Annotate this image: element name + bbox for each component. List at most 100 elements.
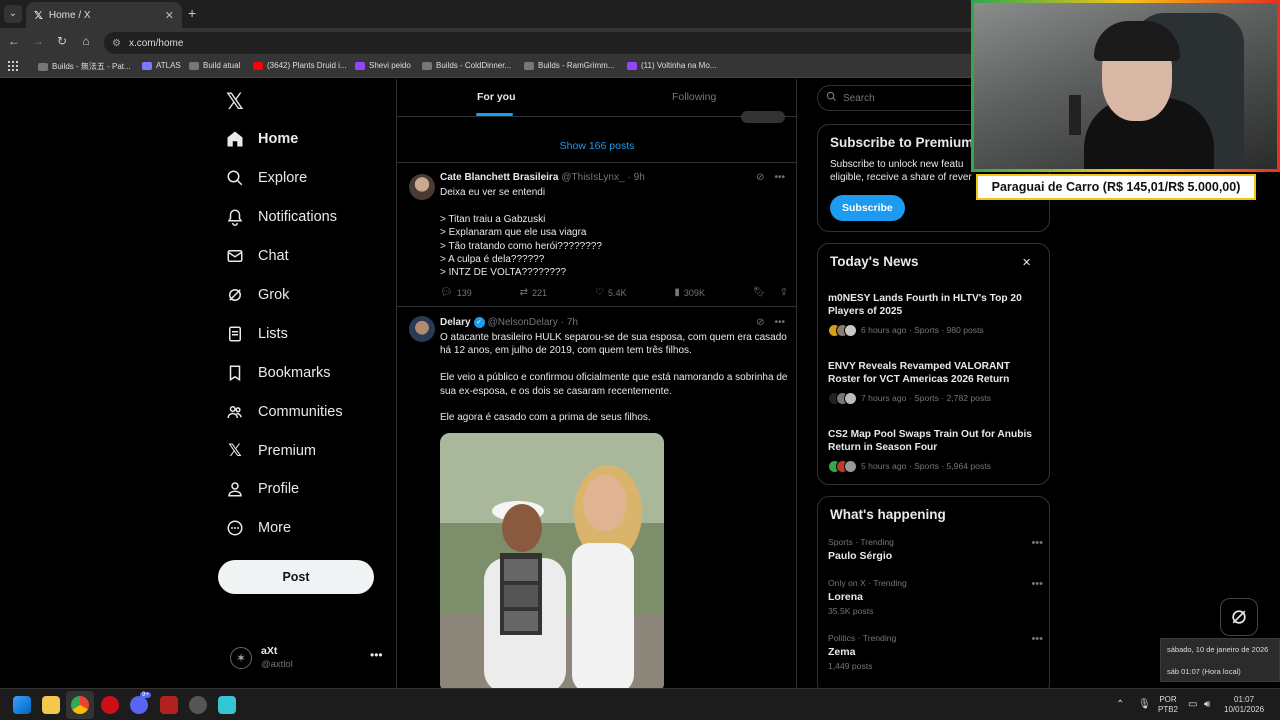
bookmark-icon: 🔖︎ bbox=[752, 287, 766, 298]
close-tab-icon[interactable]: ✕ bbox=[165, 9, 174, 22]
tweet[interactable]: Delary ✓ @NelsonDelary · 7h ⊘ ••• O atac… bbox=[397, 308, 796, 688]
grok-floating-button[interactable] bbox=[1220, 598, 1258, 636]
tab-for-you[interactable]: For you bbox=[477, 91, 516, 103]
repost-button[interactable]: ⇄ 221 bbox=[520, 287, 547, 298]
avatar[interactable] bbox=[409, 316, 435, 342]
bookmark-item[interactable]: (11) Voltinha na Mo... bbox=[627, 61, 716, 70]
more-dots-icon[interactable]: ••• bbox=[774, 317, 785, 328]
nav-item-premium[interactable]: 𝕏 Premium bbox=[226, 439, 316, 463]
author-handle[interactable]: @ThisIsLynx_ bbox=[561, 172, 624, 183]
bookmark-favicon-icon bbox=[627, 61, 637, 70]
trend-item[interactable]: Only on X · Trending Lorena 35.5K posts … bbox=[828, 578, 1043, 616]
taskbar-clock[interactable]: 01:07 10/01/2026 bbox=[1224, 695, 1264, 715]
bookmark-item[interactable]: (3642) Plants Druid i... bbox=[253, 61, 347, 70]
news-item[interactable]: CS2 Map Pool Swaps Train Out for Anubis … bbox=[828, 428, 1043, 473]
trend-item[interactable]: Politics · Trending Zema 1,449 posts ••• bbox=[828, 633, 1043, 671]
tweet[interactable]: Cate Blanchett Brasileira @ThisIsLynx_ ·… bbox=[397, 164, 796, 307]
new-tab-button[interactable]: + bbox=[188, 5, 196, 21]
nav-item-lists[interactable]: Lists bbox=[226, 322, 288, 346]
views-button[interactable]: ▮ 309K bbox=[674, 287, 705, 298]
reload-icon[interactable]: ↻ bbox=[54, 34, 70, 48]
tab-following[interactable]: Following bbox=[672, 91, 716, 103]
bookmark-label: ATLAS bbox=[156, 61, 181, 70]
tweet-time[interactable]: · 7h bbox=[561, 317, 578, 328]
app-icon[interactable] bbox=[160, 696, 178, 714]
more-dots-icon[interactable]: ••• bbox=[1031, 537, 1043, 549]
search-placeholder: Search bbox=[843, 92, 875, 104]
author-name[interactable]: Cate Blanchett Brasileira bbox=[440, 172, 558, 183]
view-count: 309K bbox=[683, 287, 705, 298]
tweet-paragraph: Ele agora é casado com a prima de seus f… bbox=[440, 412, 651, 424]
nav-item-notifications[interactable]: Notifications bbox=[226, 205, 337, 229]
bookmark-item[interactable]: Shevi peido bbox=[355, 61, 411, 70]
left-navigation: 𝕏 Home Explore Notifications Chat Grok L… bbox=[218, 79, 396, 688]
share-icon[interactable]: ⇪ bbox=[780, 287, 788, 298]
bookmark-button[interactable]: 🔖︎ ⇪ bbox=[753, 287, 788, 298]
news-item[interactable]: m0NESY Lands Fourth in HLTV's Top 20 Pla… bbox=[828, 292, 1043, 337]
discord-icon[interactable] bbox=[130, 696, 148, 714]
tab-search-button[interactable]: ⌄ bbox=[4, 5, 22, 23]
more-dots-icon[interactable]: ••• bbox=[1031, 578, 1043, 590]
nav-item-home[interactable]: Home bbox=[226, 127, 298, 151]
nav-item-bookmarks[interactable]: Bookmarks bbox=[226, 361, 331, 385]
x-logo-icon[interactable]: 𝕏 bbox=[226, 89, 244, 115]
tweet-line: Deixa eu ver se entendi bbox=[440, 187, 546, 198]
close-icon[interactable]: ✕ bbox=[1022, 256, 1031, 269]
repost-icon: ⇄ bbox=[519, 287, 529, 298]
volume-icon[interactable]: 🔊︎ bbox=[1204, 699, 1210, 710]
notepad-icon[interactable] bbox=[218, 696, 236, 714]
bookmark-item[interactable]: Builds - ColdDinner... bbox=[422, 61, 511, 70]
premium-title: Subscribe to Premium bbox=[830, 135, 974, 150]
news-avatars bbox=[828, 391, 857, 405]
tweet-time[interactable]: · 9h bbox=[628, 172, 645, 183]
reply-button[interactable]: 💬︎ 139 bbox=[440, 287, 472, 298]
like-button[interactable]: ♡ 5.4K bbox=[595, 287, 626, 298]
grok-explain-icon[interactable]: ⊘ bbox=[756, 317, 764, 328]
bookmark-item[interactable]: Builds - 無法五 - Pat... bbox=[38, 61, 131, 72]
site-info-icon[interactable]: ⚙ bbox=[112, 38, 121, 49]
show-new-posts-button[interactable]: Show 166 posts bbox=[397, 130, 796, 163]
more-dots-icon[interactable]: ••• bbox=[774, 172, 785, 183]
nav-item-grok[interactable]: Grok bbox=[226, 283, 289, 307]
file-explorer-icon[interactable] bbox=[42, 696, 60, 714]
apps-grid-icon[interactable] bbox=[8, 61, 18, 71]
trend-item[interactable]: Sports · Trending Paulo Sérgio ••• bbox=[828, 537, 1043, 562]
tray-overflow-icon[interactable]: ⌃ bbox=[1116, 699, 1124, 710]
post-button[interactable]: Post bbox=[218, 560, 374, 594]
like-count: 5.4K bbox=[607, 287, 627, 298]
back-arrow-icon[interactable]: ← bbox=[6, 34, 22, 48]
home-button-icon[interactable]: ⌂ bbox=[78, 34, 94, 48]
grok-explain-icon[interactable]: ⊘ bbox=[756, 172, 764, 183]
network-icon[interactable]: ▭ bbox=[1188, 699, 1197, 710]
browser-tab-home[interactable]: 𝕏 Home / X ✕ bbox=[26, 2, 182, 28]
opera-icon[interactable] bbox=[101, 696, 119, 714]
microphone-icon[interactable]: 🎙︎ bbox=[1138, 699, 1151, 710]
nav-item-more[interactable]: More bbox=[226, 516, 291, 540]
avatar[interactable] bbox=[409, 174, 435, 200]
nav-item-communities[interactable]: Communities bbox=[226, 400, 343, 424]
keyboard-language[interactable]: POR PTB2 bbox=[1158, 695, 1178, 715]
windows-start-icon[interactable] bbox=[13, 696, 31, 714]
steam-icon[interactable] bbox=[189, 696, 207, 714]
tweet-photo[interactable] bbox=[440, 433, 664, 688]
bookmark-item[interactable]: Builds - RamGrimm... bbox=[524, 61, 614, 70]
search-icon bbox=[826, 91, 837, 105]
author-handle[interactable]: @NelsonDelary bbox=[488, 317, 558, 328]
subscribe-button[interactable]: Subscribe bbox=[830, 195, 905, 221]
news-item[interactable]: ENVY Reveals Revamped VALORANT Roster fo… bbox=[828, 360, 1043, 405]
nav-item-explore[interactable]: Explore bbox=[226, 166, 307, 190]
bookmark-item[interactable]: Build atual bbox=[189, 61, 240, 70]
forward-arrow-icon[interactable]: → bbox=[30, 34, 46, 48]
account-switcher[interactable]: ✶ aXt @axtlol ••• bbox=[226, 645, 392, 671]
nav-item-profile[interactable]: Profile bbox=[226, 477, 299, 501]
bookmark-item[interactable]: ATLAS bbox=[142, 61, 181, 70]
author-name[interactable]: Delary bbox=[440, 317, 471, 328]
more-dots-icon[interactable]: ••• bbox=[1031, 633, 1043, 645]
bookmark-icon bbox=[226, 364, 244, 382]
trend-category: Sports · Trending bbox=[828, 537, 894, 547]
nav-item-chat[interactable]: Chat bbox=[226, 244, 289, 268]
chrome-icon[interactable] bbox=[71, 696, 89, 714]
more-dots-icon[interactable]: ••• bbox=[370, 648, 383, 662]
address-bar[interactable]: ⚙ x.com/home bbox=[104, 32, 984, 54]
tweet-line: > A culpa é dela?????? bbox=[440, 254, 545, 266]
